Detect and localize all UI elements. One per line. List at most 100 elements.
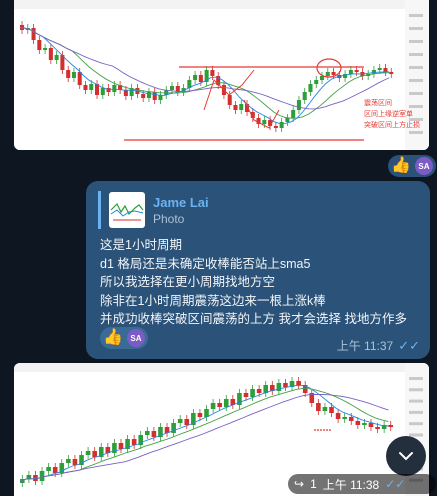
candle-body [331,72,336,75]
candle-body [210,403,216,409]
price-tick [409,66,423,69]
candle-body [348,417,354,421]
candle-body [118,443,124,449]
candle-body [316,403,321,411]
candle-body [362,423,367,425]
candle-body [184,419,190,425]
candle-body [262,120,267,124]
candle-body [389,72,394,74]
message-time: 上午 11:37 [336,339,394,353]
candle-body [223,399,229,407]
candle-body [85,451,91,455]
candle-body [325,72,330,76]
candle-body [52,467,58,473]
annotation-line: 突破区间上方止损 [364,122,420,129]
price-tick [409,131,423,134]
candle-body [100,88,105,95]
candle-body [256,389,262,393]
candle-body [177,419,183,423]
candle-body [342,417,347,419]
candle-body [335,413,341,419]
candle-body [279,122,284,128]
chart1-reactions[interactable]: 👍 SA [388,155,436,177]
message-line: 这是1小时周期 [100,238,182,252]
candle-body [145,431,150,435]
scroll-down-icon [399,452,413,461]
price-tick [409,377,423,380]
candle-body [273,126,278,128]
candle-body [210,70,215,76]
reaction-pill[interactable]: 👍 SA [100,327,148,349]
forward-button[interactable] [386,436,426,476]
candle-body [39,471,45,481]
candle-body [146,92,151,98]
price-tick [409,422,423,426]
price-tick [409,53,423,56]
candle-body [375,427,380,429]
thumbs-up-icon: 👍 [103,329,123,346]
candle-body [112,85,117,92]
message-line: 并成功收棒突破区间震荡的上方 我才会选择 找地方作多 [100,312,407,326]
avatar: SA [414,157,433,175]
annotation-line: 震荡区间 [364,100,392,107]
candle-body [368,423,374,427]
message-line: 除非在1小时周期震荡这边来一根上涨k棒 [100,293,326,308]
candle-body [77,72,82,85]
candle-body [296,100,301,110]
candle-body [66,459,71,463]
price-tick [409,40,423,43]
reply-type: Photo [153,211,185,226]
message-bubble[interactable]: Jame Lai Photo 这是1小时周期 d1 格局还是未确定收棒能否站上s… [86,181,430,359]
candle-body [348,70,353,74]
candle-body [296,381,301,385]
candle-body [43,48,48,50]
candle-body [383,68,388,72]
candle-body [141,94,146,98]
message-reactions[interactable]: 👍 SA [100,327,148,349]
reaction-pill[interactable]: 👍 SA [388,155,436,177]
candle-body [198,75,203,82]
price-tick [409,27,423,30]
candle-body [377,68,382,70]
candle-body [322,407,328,411]
message-line: d1 格局还是未确定收棒能否站上sma5 [100,256,311,271]
thumbs-up-icon: 👍 [391,157,411,174]
candle-body [233,105,238,110]
message-line: 所以我选择在更小周期找地方空 [100,275,276,289]
price-tick [409,410,423,414]
price-tick [409,79,423,82]
candle-body [89,84,94,90]
candle-body [227,95,232,105]
candle-body [46,467,51,471]
reply-preview[interactable]: Jame Lai Photo [98,191,309,229]
forward-icon: ↪ [294,477,305,491]
price-tick [409,92,423,95]
candle-body [193,75,198,80]
candle-body [197,413,203,417]
chart-screenshot-1[interactable]: 震荡区间 区间上缘逆室单 突破区间上方止损 [14,0,429,150]
price-tick [409,14,423,17]
candle-body [243,393,249,397]
candle-body [152,92,157,100]
candle-body [355,421,361,425]
candle-body [283,383,288,387]
read-checkmarks-icon: ✓✓ [385,477,406,491]
candle-body [106,88,111,92]
chart1-annotation: 震荡区间 区间上缘逆室单 突破区间上方止损 [364,98,420,131]
message-time: 上午 11:38 [322,477,380,492]
candle-body [291,110,296,118]
candle-body [151,431,157,437]
candle-body [131,439,137,445]
candle-body [217,403,222,407]
candle-body [48,48,53,60]
candle-body [92,451,97,457]
reply-thumbnail [109,192,145,228]
chart-header [14,0,429,9]
image-meta: ↪ 1 上午 11:38 ✓✓ [288,474,436,494]
chart-header [14,363,429,372]
candle-body [123,90,128,96]
candle-body [329,407,334,413]
forward-count: 1 [310,477,317,491]
candle-body [71,72,76,78]
annotation-line: 区间上缘逆室单 [364,111,413,118]
